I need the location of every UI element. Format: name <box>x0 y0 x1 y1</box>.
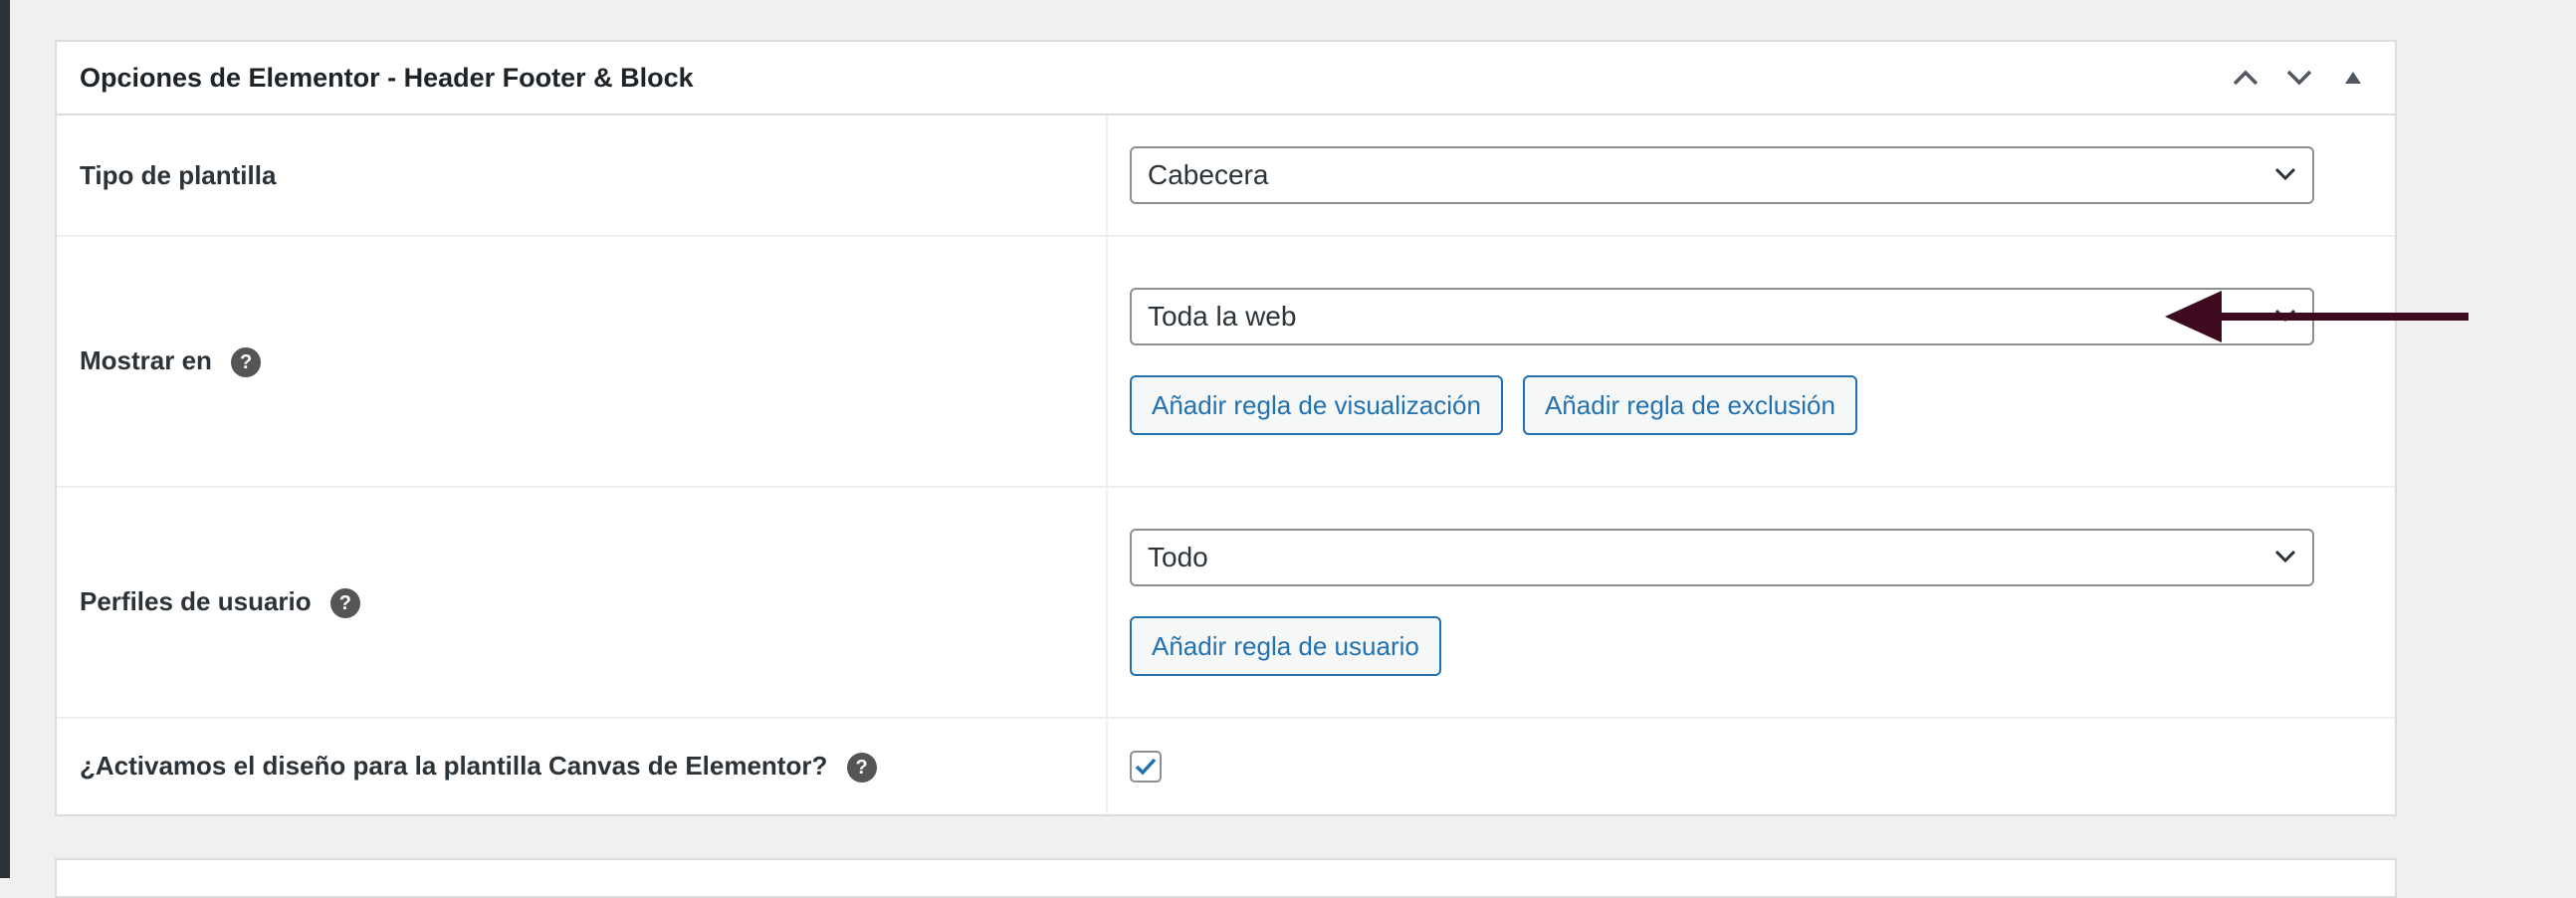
chevron-down-icon <box>2274 550 2296 563</box>
user-rule-buttons: Añadir regla de usuario <box>1130 616 2394 676</box>
canvas-checkbox[interactable] <box>1130 751 1162 783</box>
user-roles-select[interactable]: Todo <box>1130 529 2314 586</box>
template-type-field: Cabecera <box>1107 115 2395 237</box>
chevron-up-icon <box>2233 70 2258 86</box>
row-display-on: Mostrar en ? Toda la web Añadir regla de… <box>57 236 2395 488</box>
chevron-down-icon <box>2274 167 2296 181</box>
canvas-field <box>1107 718 2395 814</box>
move-down-button[interactable] <box>2277 56 2321 100</box>
add-exclusion-rule-button[interactable]: Añadir regla de exclusión <box>1522 375 1857 435</box>
next-metabox <box>55 858 2397 898</box>
metabox-header: Opciones de Elementor - Header Footer & … <box>57 42 2395 115</box>
row-template-type: Tipo de plantilla Cabecera <box>57 115 2395 237</box>
template-type-select[interactable]: Cabecera <box>1130 146 2314 204</box>
display-on-select[interactable]: Toda la web <box>1130 288 2314 345</box>
display-on-label-text: Mostrar en <box>80 344 212 375</box>
template-type-label-text: Tipo de plantilla <box>80 159 277 190</box>
options-table: Tipo de plantilla Cabecera Mostrar en ? … <box>57 115 2395 814</box>
user-roles-label-text: Perfiles de usuario <box>80 585 312 616</box>
admin-sidebar-edge <box>0 0 10 878</box>
elementor-options-metabox: Opciones de Elementor - Header Footer & … <box>55 40 2397 816</box>
metabox-handle-actions <box>2224 42 2375 113</box>
help-icon[interactable]: ? <box>329 588 360 619</box>
user-roles-value: Todo <box>1148 542 1208 572</box>
display-on-label: Mostrar en ? <box>57 236 1108 488</box>
display-rule-buttons: Añadir regla de visualización Añadir reg… <box>1130 375 2394 435</box>
toggle-panel-button[interactable] <box>2331 56 2375 100</box>
display-on-field: Toda la web Añadir regla de visualizació… <box>1107 236 2395 488</box>
row-canvas: ¿Activamos el diseño para la plantilla C… <box>57 718 2395 814</box>
checkmark-icon <box>1135 758 1157 776</box>
annotation-arrow-icon <box>2165 291 2469 342</box>
add-display-rule-button[interactable]: Añadir regla de visualización <box>1130 375 1503 435</box>
triangle-up-icon <box>2345 72 2361 84</box>
canvas-label-text: ¿Activamos el diseño para la plantilla C… <box>80 750 828 781</box>
move-up-button[interactable] <box>2224 56 2267 100</box>
add-user-rule-button[interactable]: Añadir regla de usuario <box>1130 616 1441 676</box>
help-icon[interactable]: ? <box>846 753 877 784</box>
user-roles-label: Perfiles de usuario ? <box>57 487 1108 719</box>
metabox-title: Opciones de Elementor - Header Footer & … <box>80 62 694 93</box>
canvas-label: ¿Activamos el diseño para la plantilla C… <box>57 718 1108 814</box>
template-type-value: Cabecera <box>1148 159 1269 190</box>
user-roles-field: Todo Añadir regla de usuario <box>1107 487 2395 719</box>
chevron-down-icon <box>2286 70 2312 86</box>
row-user-roles: Perfiles de usuario ? Todo Añadir regla … <box>57 487 2395 719</box>
display-on-value: Toda la web <box>1148 301 1297 332</box>
template-type-label: Tipo de plantilla <box>57 115 1108 237</box>
help-icon[interactable]: ? <box>231 347 262 378</box>
